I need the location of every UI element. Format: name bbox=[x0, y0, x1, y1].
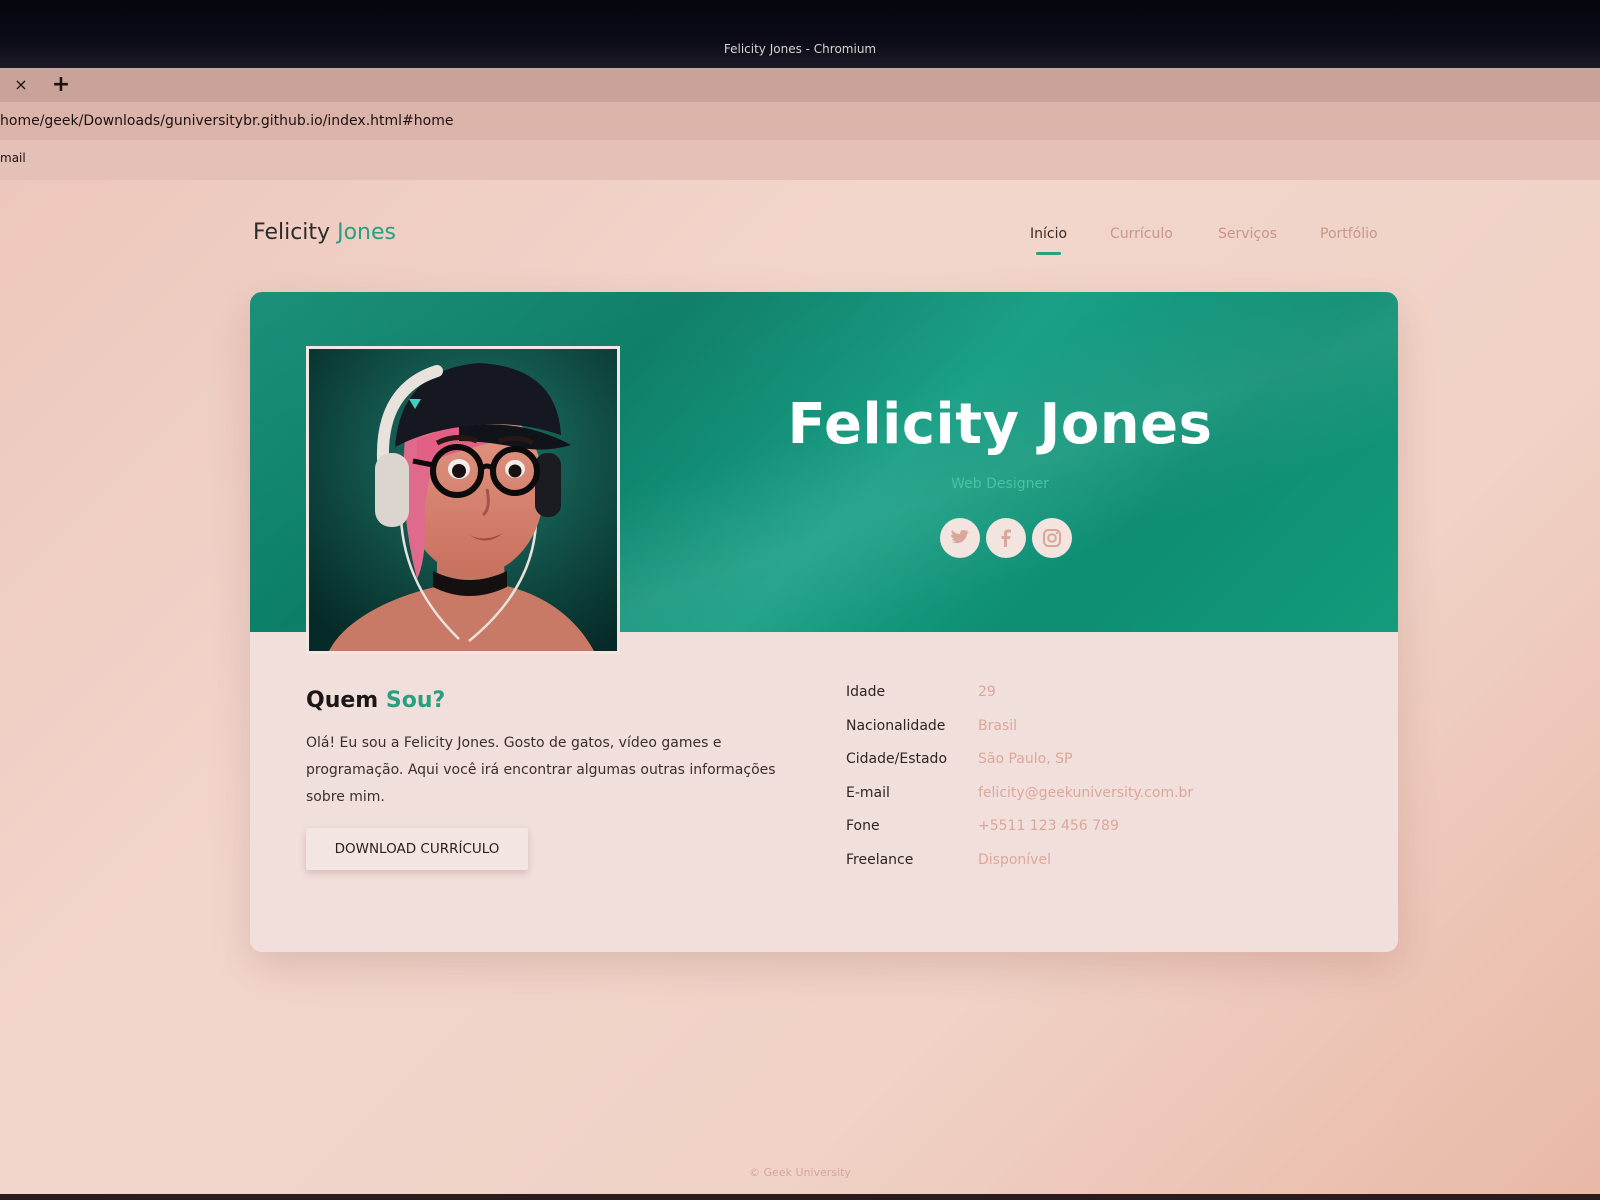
site-logo[interactable]: Felicity Jones bbox=[253, 220, 396, 245]
info-row-nationality: Nacionalidade Brasil bbox=[846, 710, 1326, 744]
profile-avatar bbox=[306, 346, 620, 654]
info-row-phone: Fone +5511 123 456 789 bbox=[846, 810, 1326, 844]
nav-item-portfolio[interactable]: Portfólio bbox=[1320, 226, 1378, 242]
personal-info: Idade 29 Nacionalidade Brasil Cidade/Est… bbox=[846, 676, 1326, 877]
download-cv-button[interactable]: DOWNLOAD CURRÍCULO bbox=[306, 828, 528, 870]
about-title-first: Quem bbox=[306, 688, 379, 713]
tab-strip: × + bbox=[0, 68, 1600, 102]
instagram-icon[interactable] bbox=[1032, 518, 1072, 558]
about-description: Olá! Eu sou a Felicity Jones. Gosto de g… bbox=[306, 735, 776, 805]
window-titlebar: Felicity Jones - Chromium bbox=[0, 0, 1600, 68]
social-links bbox=[940, 518, 1080, 560]
url-text[interactable]: home/geek/Downloads/guniversitybr.github… bbox=[0, 113, 453, 129]
logo-first-name: Felicity bbox=[253, 220, 331, 245]
bookmarks-bar: mail bbox=[0, 140, 1600, 180]
about-title: Quem Sou? bbox=[306, 688, 445, 713]
profile-card: Felicity Jones Web Designer Quem Sou? Ol… bbox=[250, 292, 1398, 952]
info-label: Nacionalidade bbox=[846, 717, 946, 734]
info-value: 29 bbox=[978, 684, 996, 700]
address-bar[interactable]: home/geek/Downloads/guniversitybr.github… bbox=[0, 102, 1600, 140]
info-label: Idade bbox=[846, 684, 886, 700]
nav-item-curriculo[interactable]: Currículo bbox=[1110, 226, 1173, 242]
website: Felicity Jones Início Currículo Serviços… bbox=[0, 180, 1600, 1200]
email-link[interactable]: felicity@geekuniversity.com.br bbox=[978, 785, 1193, 801]
hero-name: Felicity Jones bbox=[787, 392, 1213, 457]
logo-last-name: Jones bbox=[337, 220, 396, 245]
main-nav: Início Currículo Serviços Portfólio bbox=[1030, 226, 1400, 256]
new-tab-button[interactable]: + bbox=[48, 72, 74, 98]
window-title: Felicity Jones - Chromium bbox=[723, 42, 877, 56]
info-row-city: Cidade/Estado São Paulo, SP bbox=[846, 743, 1326, 777]
close-tab-icon[interactable]: × bbox=[10, 74, 32, 96]
info-value: São Paulo, SP bbox=[978, 751, 1073, 767]
about-title-second: Sou? bbox=[385, 688, 446, 713]
site-footer: © Geek University bbox=[749, 1166, 851, 1179]
facebook-icon[interactable] bbox=[986, 518, 1026, 558]
info-row-freelance: Freelance Disponível bbox=[846, 844, 1326, 878]
info-row-age: Idade 29 bbox=[846, 676, 1326, 710]
info-value: +5511 123 456 789 bbox=[978, 818, 1119, 834]
nav-item-inicio[interactable]: Início bbox=[1030, 226, 1067, 255]
info-value: Brasil bbox=[978, 717, 1018, 734]
info-label: Freelance bbox=[846, 851, 914, 868]
screen-bezel bbox=[0, 1194, 1600, 1200]
screen: Felicity Jones - Chromium × + home/geek/… bbox=[0, 0, 1600, 1200]
info-label: E-mail bbox=[846, 784, 890, 801]
bookmark-item[interactable]: mail bbox=[0, 151, 26, 165]
info-value: Disponível bbox=[978, 851, 1051, 868]
info-row-email: E-mail felicity@geekuniversity.com.br bbox=[846, 777, 1326, 811]
info-label: Cidade/Estado bbox=[846, 751, 948, 767]
hero-role: Web Designer bbox=[951, 476, 1049, 492]
info-label: Fone bbox=[846, 818, 880, 834]
nav-item-servicos[interactable]: Serviços bbox=[1218, 226, 1277, 242]
twitter-icon[interactable] bbox=[940, 518, 980, 558]
